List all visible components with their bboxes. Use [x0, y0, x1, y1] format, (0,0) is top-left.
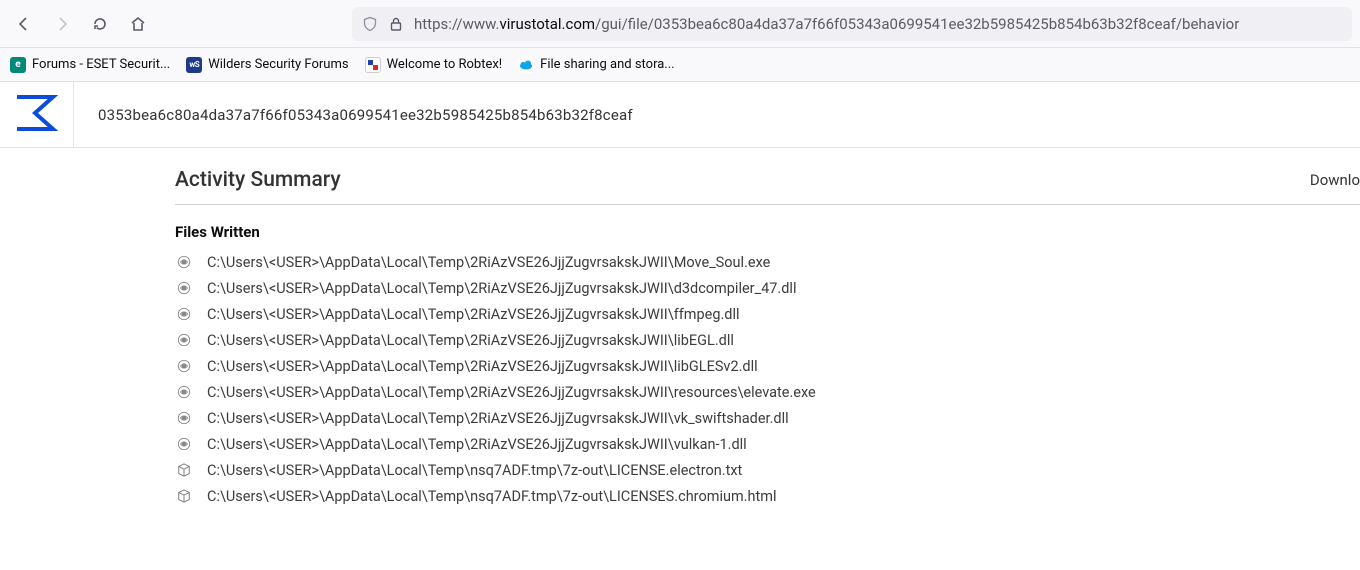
bookmark-robtex[interactable]: Welcome to Robtex! [365, 57, 503, 73]
inspect-icon[interactable] [175, 305, 193, 323]
bookmark-wilders[interactable]: wS Wilders Security Forums [186, 57, 348, 73]
bookmark-filesharing[interactable]: File sharing and stora... [518, 57, 674, 73]
files-written-heading: Files Written [175, 223, 1360, 241]
inspect-icon[interactable] [175, 435, 193, 453]
package-icon[interactable] [175, 461, 193, 479]
inspect-icon[interactable] [175, 331, 193, 349]
file-row: C:\Users\<USER>\AppData\Local\Temp\2RiAz… [175, 331, 1360, 349]
file-row: C:\Users\<USER>\AppData\Local\Temp\2RiAz… [175, 305, 1360, 323]
inspect-icon[interactable] [175, 279, 193, 297]
file-hash: 0353bea6c80a4da37a7f66f05343a0699541ee32… [74, 106, 657, 124]
activity-title: Activity Summary [175, 168, 341, 192]
file-path: C:\Users\<USER>\AppData\Local\Temp\2RiAz… [207, 280, 796, 297]
file-path: C:\Users\<USER>\AppData\Local\Temp\2RiAz… [207, 358, 758, 375]
file-path: C:\Users\<USER>\AppData\Local\Temp\2RiAz… [207, 410, 789, 427]
reload-button[interactable] [84, 8, 116, 40]
file-path: C:\Users\<USER>\AppData\Local\Temp\2RiAz… [207, 384, 816, 401]
inspect-icon[interactable] [175, 383, 193, 401]
download-link[interactable]: Downlo [1310, 171, 1360, 189]
wilders-favicon: wS [186, 57, 202, 73]
bookmark-label: File sharing and stora... [540, 57, 674, 72]
inspect-icon[interactable] [175, 357, 193, 375]
activity-header: Activity Summary Downlo [175, 168, 1360, 205]
file-row: C:\Users\<USER>\AppData\Local\Temp\2RiAz… [175, 435, 1360, 453]
file-path: C:\Users\<USER>\AppData\Local\Temp\nsq7A… [207, 488, 776, 505]
inspect-icon[interactable] [175, 409, 193, 427]
file-path: C:\Users\<USER>\AppData\Local\Temp\2RiAz… [207, 332, 734, 349]
lock-icon [388, 16, 404, 32]
address-bar[interactable]: https://www.virustotal.com/gui/file/0353… [352, 7, 1352, 41]
file-path: C:\Users\<USER>\AppData\Local\Temp\2RiAz… [207, 436, 747, 453]
file-row: C:\Users\<USER>\AppData\Local\Temp\2RiAz… [175, 253, 1360, 271]
robtex-favicon [365, 57, 381, 73]
file-row: C:\Users\<USER>\AppData\Local\Temp\2RiAz… [175, 383, 1360, 401]
vt-header: 0353bea6c80a4da37a7f66f05343a0699541ee32… [0, 82, 1360, 148]
file-path: C:\Users\<USER>\AppData\Local\Temp\nsq7A… [207, 462, 742, 479]
bookmark-label: Wilders Security Forums [208, 57, 348, 72]
content-area: Activity Summary Downlo Files Written C:… [0, 148, 1360, 505]
file-path: C:\Users\<USER>\AppData\Local\Temp\2RiAz… [207, 306, 740, 323]
bookmark-label: Forums - ESET Securit... [32, 57, 170, 72]
url-text: https://www.virustotal.com/gui/file/0353… [414, 15, 1239, 33]
file-row: C:\Users\<USER>\AppData\Local\Temp\nsq7A… [175, 487, 1360, 505]
file-row: C:\Users\<USER>\AppData\Local\Temp\2RiAz… [175, 409, 1360, 427]
file-row: C:\Users\<USER>\AppData\Local\Temp\2RiAz… [175, 357, 1360, 375]
inspect-icon[interactable] [175, 253, 193, 271]
bookmarks-bar: e Forums - ESET Securit... wS Wilders Se… [0, 48, 1360, 82]
browser-toolbar: https://www.virustotal.com/gui/file/0353… [0, 0, 1360, 48]
forward-button[interactable] [46, 8, 78, 40]
back-button[interactable] [8, 8, 40, 40]
file-row: C:\Users\<USER>\AppData\Local\Temp\nsq7A… [175, 461, 1360, 479]
file-path: C:\Users\<USER>\AppData\Local\Temp\2RiAz… [207, 254, 770, 271]
eset-favicon: e [10, 57, 26, 73]
shield-icon [362, 16, 378, 32]
files-written-list: C:\Users\<USER>\AppData\Local\Temp\2RiAz… [175, 253, 1360, 505]
file-row: C:\Users\<USER>\AppData\Local\Temp\2RiAz… [175, 279, 1360, 297]
cloud-favicon [518, 57, 534, 73]
bookmark-label: Welcome to Robtex! [387, 57, 503, 72]
vt-logo[interactable] [0, 82, 74, 148]
package-icon[interactable] [175, 487, 193, 505]
home-button[interactable] [122, 8, 154, 40]
bookmark-eset[interactable]: e Forums - ESET Securit... [10, 57, 170, 73]
